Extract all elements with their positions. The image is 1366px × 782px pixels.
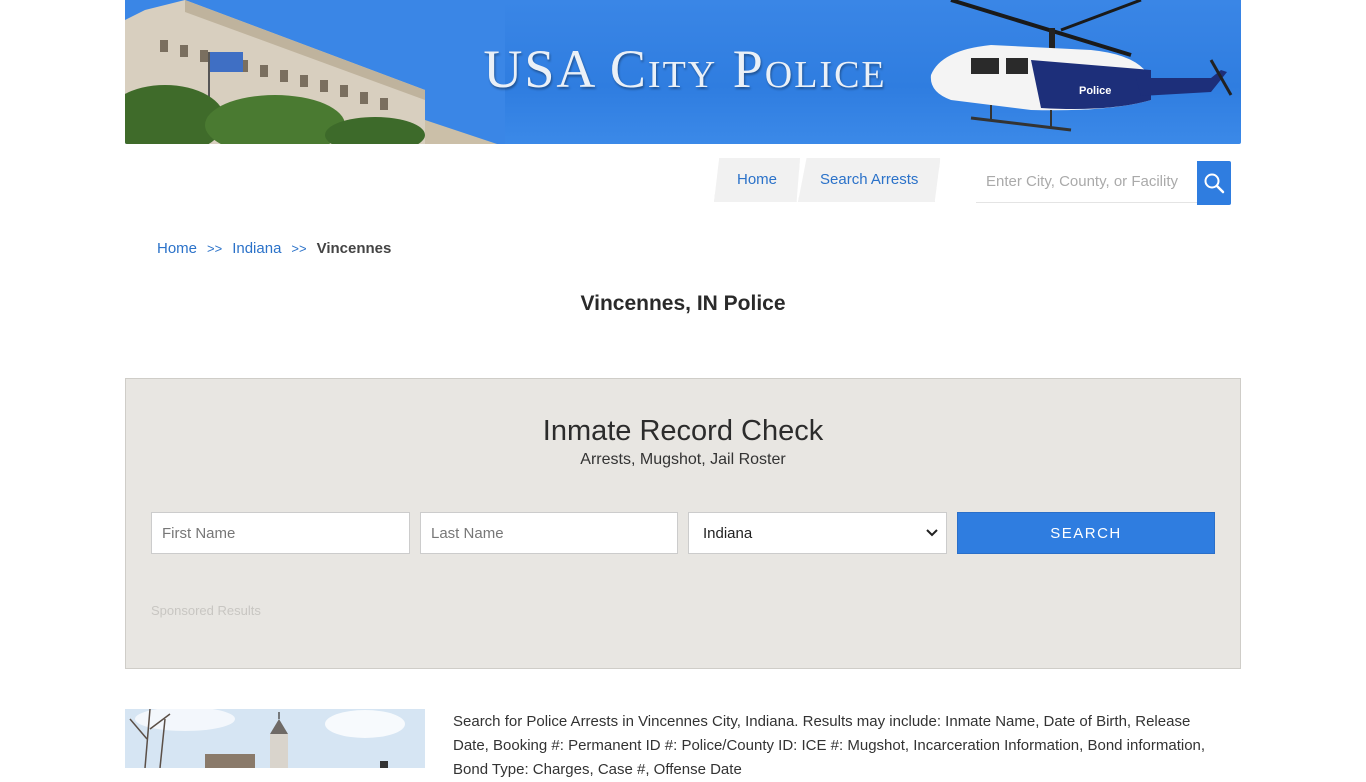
first-name-input[interactable] [151, 512, 410, 554]
helicopter-image: Police [930, 0, 1233, 132]
inmate-record-check-panel: Inmate Record Check Arrests, Mugshot, Ja… [125, 378, 1241, 669]
site-search-button[interactable] [1197, 161, 1231, 205]
breadcrumb-home[interactable]: Home [157, 240, 197, 257]
breadcrumb-separator: >> [291, 241, 307, 256]
state-select-value: Indiana [703, 524, 753, 542]
panel-subtitle: Arrests, Mugshot, Jail Roster [580, 451, 786, 468]
site-search [976, 161, 1231, 205]
nav-home[interactable]: Home [714, 158, 801, 202]
page-description: Search for Police Arrests in Vincennes C… [453, 713, 1206, 778]
sponsored-results-label: Sponsored Results [151, 603, 261, 618]
state-select[interactable]: Indiana [688, 512, 947, 554]
search-icon [1204, 173, 1225, 194]
site-search-input[interactable] [976, 161, 1197, 203]
vincennes-photo [125, 709, 425, 768]
nav-search-arrests[interactable]: Search Arrests [798, 158, 941, 202]
banner-title: USA City Police [483, 39, 887, 99]
header-banner: USA City Police Police [125, 0, 1241, 144]
search-button[interactable]: SEARCH [957, 512, 1215, 554]
chevron-down-icon [926, 529, 938, 537]
last-name-input[interactable] [420, 512, 678, 554]
breadcrumb-current: Vincennes [316, 240, 392, 257]
breadcrumb: Home >> Indiana >> Vincennes [157, 240, 391, 257]
main-nav: Home Search Arrests [714, 158, 941, 202]
breadcrumb-separator: >> [207, 241, 223, 256]
page-title: Vincennes, IN Police [580, 292, 786, 315]
helicopter-label: Police [1079, 85, 1111, 97]
breadcrumb-indiana[interactable]: Indiana [232, 240, 281, 257]
panel-title: Inmate Record Check [542, 415, 824, 447]
